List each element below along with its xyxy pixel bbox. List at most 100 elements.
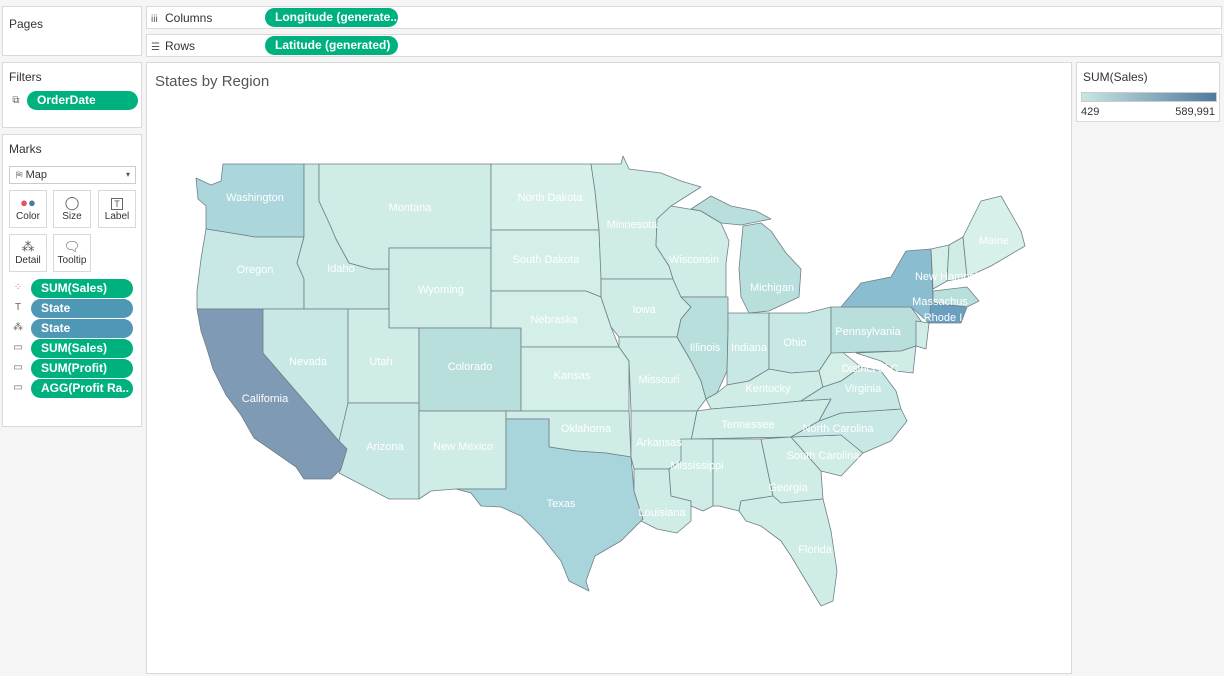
color-dots-icon: ⁘ xyxy=(13,282,23,293)
chevron-down-icon: ▾ xyxy=(125,170,130,179)
state-michigan[interactable] xyxy=(738,222,802,314)
rows-label-text: Rows xyxy=(165,39,196,53)
label-minnesota: Minnesota xyxy=(607,219,659,231)
label-pennsylvania: Pennsylvania xyxy=(835,326,901,338)
us-map: Washington Oregon California Montana Ida… xyxy=(195,155,1026,607)
label-iowa: Iowa xyxy=(632,304,656,316)
label-kentucky: Kentucky xyxy=(745,383,791,395)
legend-min-value: 429 xyxy=(1081,106,1100,118)
longitude-pill[interactable]: Longitude (generate.. xyxy=(265,8,398,27)
rows-icon: ☰ xyxy=(151,42,160,53)
columns-icon: iii xyxy=(151,14,158,25)
mark-type-dropdown[interactable]: ⛿ Map ▾ xyxy=(9,166,136,184)
label-button[interactable]: T Label xyxy=(98,190,136,228)
filters-title: Filters xyxy=(9,70,42,84)
label-california: California xyxy=(242,393,289,405)
legend-max-value: 589,991 xyxy=(1175,106,1215,118)
label-michigan: Michigan xyxy=(750,282,794,294)
label-icon: T xyxy=(99,195,135,210)
columns-label-text: Columns xyxy=(165,11,213,25)
label-virginia: Virginia xyxy=(845,383,882,395)
columns-shelf-label: iii Columns xyxy=(151,11,212,25)
state-new-jersey[interactable] xyxy=(915,320,930,350)
rows-shelf-label: ☰ Rows xyxy=(151,39,195,53)
label-wisconsin: Wisconsin xyxy=(669,254,719,266)
label-district-of-columbia: District of C xyxy=(842,363,899,375)
label-missouri: Missouri xyxy=(639,374,680,386)
size-icon: ◯ xyxy=(64,195,80,210)
label-nebraska: Nebraska xyxy=(530,314,578,326)
label-tennessee: Tennessee xyxy=(721,419,774,431)
label-north-carolina: North Carolina xyxy=(803,423,875,435)
state-label-pill[interactable]: State xyxy=(31,299,133,318)
marks-title: Marks xyxy=(9,142,42,156)
size-button[interactable]: ◯ Size xyxy=(53,190,91,228)
latitude-pill[interactable]: Latitude (generated) xyxy=(265,36,398,55)
filter-icon: ⧉ xyxy=(12,95,20,106)
legend-gradient-bar xyxy=(1081,92,1217,102)
label-wyoming: Wyoming xyxy=(418,284,464,296)
filters-panel[interactable]: Filters ⧉ OrderDate xyxy=(2,62,142,128)
label-south-dakota: South Dakota xyxy=(513,254,581,266)
rows-shelf[interactable]: ☰ Rows Latitude (generated) xyxy=(146,34,1222,57)
label-new-mexico: New Mexico xyxy=(433,441,493,453)
label-georgia: Georgia xyxy=(768,482,808,494)
color-button[interactable]: ●● Color xyxy=(9,190,47,228)
label-arizona: Arizona xyxy=(366,441,404,453)
size-button-label: Size xyxy=(62,211,82,222)
label-oregon: Oregon xyxy=(237,264,274,276)
label-louisiana: Louisiana xyxy=(638,507,686,519)
label-florida: Florida xyxy=(798,544,833,556)
tooltip-icon: 🗨 xyxy=(63,239,81,254)
marks-panel: Marks ⛿ Map ▾ ●● Color ◯ Size T Label ⁂ … xyxy=(2,134,142,427)
label-oklahoma: Oklahoma xyxy=(561,423,612,435)
tooltip-icon: ▭ xyxy=(13,362,23,373)
label-rhode-island: Rhode I xyxy=(924,312,963,324)
label-kansas: Kansas xyxy=(554,370,591,382)
mark-type-value: Map xyxy=(25,169,48,181)
label-nevada: Nevada xyxy=(289,356,328,368)
label-utah: Utah xyxy=(369,356,392,368)
label-ohio: Ohio xyxy=(783,337,806,349)
state-detail-pill[interactable]: State xyxy=(31,319,133,338)
tooltip-icon: ▭ xyxy=(13,342,23,353)
sum-sales-color-pill[interactable]: SUM(Sales) xyxy=(31,279,133,298)
label-washington: Washington xyxy=(226,192,284,204)
tooltip-button-label: Tooltip xyxy=(57,255,87,266)
label-arkansas: Arkansas xyxy=(636,437,682,449)
tooltip-button[interactable]: 🗨 Tooltip xyxy=(53,234,91,272)
detail-icon: ⁂ xyxy=(21,239,35,254)
label-icon: T xyxy=(14,302,22,313)
sum-sales-tooltip-pill[interactable]: SUM(Sales) xyxy=(31,339,133,358)
label-indiana: Indiana xyxy=(731,342,768,354)
agg-profit-ratio-tooltip-pill[interactable]: AGG(Profit Ra.. xyxy=(31,379,133,398)
tooltip-icon: ▭ xyxy=(13,382,23,393)
label-mississippi: Mississippi xyxy=(670,460,723,472)
state-new-mexico[interactable] xyxy=(418,410,507,500)
color-dots-icon: ●● xyxy=(20,195,36,210)
color-button-label: Color xyxy=(16,211,40,222)
detail-icon: ⁂ xyxy=(13,322,23,333)
detail-button-label: Detail xyxy=(15,255,41,266)
label-new-hampshire: New Hampsh xyxy=(915,271,981,283)
label-massachusetts: Massachus xyxy=(912,296,968,308)
sum-profit-tooltip-pill[interactable]: SUM(Profit) xyxy=(31,359,133,378)
label-maine: Maine xyxy=(979,235,1009,247)
label-idaho: Idaho xyxy=(327,263,355,275)
map-mark-icon: ⛿ xyxy=(16,170,23,180)
label-button-label: Label xyxy=(104,211,130,222)
sales-color-legend[interactable]: SUM(Sales) 429 589,991 xyxy=(1076,62,1220,122)
label-montana: Montana xyxy=(389,202,433,214)
label-south-carolina: South Carolina xyxy=(787,450,861,462)
pages-title: Pages xyxy=(9,17,44,31)
columns-shelf[interactable]: iii Columns Longitude (generate.. xyxy=(146,6,1222,29)
label-illinois: Illinois xyxy=(690,342,721,354)
map-view: States by Region Washington Oregon Calif… xyxy=(146,62,1072,674)
label-texas: Texas xyxy=(547,498,576,510)
pages-panel[interactable]: Pages xyxy=(2,6,142,56)
detail-button[interactable]: ⁂ Detail xyxy=(9,234,47,272)
orderdate-filter-pill[interactable]: OrderDate xyxy=(27,91,138,110)
view-title: States by Region xyxy=(155,73,270,90)
label-north-dakota: North Dakota xyxy=(518,192,584,204)
legend-title: SUM(Sales) xyxy=(1083,70,1148,84)
